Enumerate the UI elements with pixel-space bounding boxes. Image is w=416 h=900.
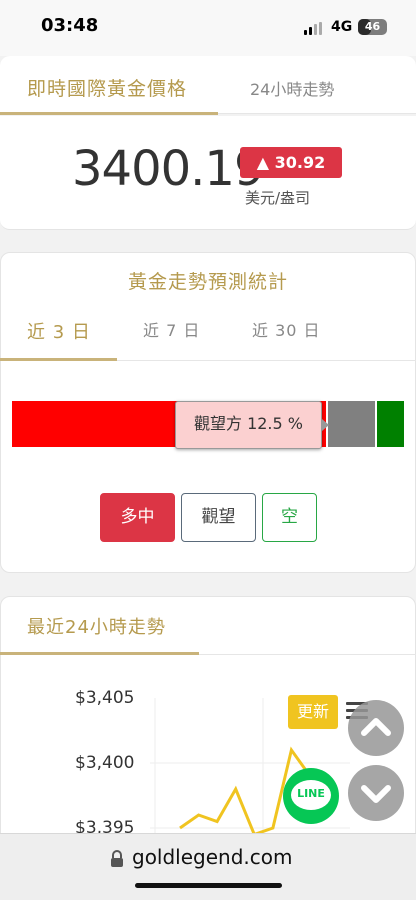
- long-button[interactable]: 多中: [100, 493, 175, 542]
- tab-live-price[interactable]: 即時國際黃金價格: [27, 74, 187, 101]
- bar-segment-short[interactable]: [374, 401, 404, 447]
- tab-30-days[interactable]: 近 30 日: [252, 317, 321, 341]
- price-unit: 美元/盎司: [245, 189, 311, 207]
- watch-button[interactable]: 觀望: [181, 493, 256, 542]
- bar-segment-watch[interactable]: [325, 401, 375, 447]
- short-button[interactable]: 空: [262, 493, 317, 542]
- tab-3-days[interactable]: 近 3 日: [27, 318, 91, 344]
- y-tick-label: $3,400: [75, 753, 135, 773]
- gold-price: 3400.19: [72, 141, 264, 197]
- tab-24h-trend[interactable]: 24小時走勢: [250, 76, 334, 100]
- tab-active-indicator: [0, 358, 117, 361]
- line-chat-button[interactable]: LINE: [283, 768, 339, 824]
- line-label: LINE: [297, 787, 325, 800]
- network-label: 4G: [331, 19, 353, 35]
- chevron-up-icon: [361, 718, 391, 736]
- tooltip-arrow: [322, 419, 329, 431]
- home-indicator: [135, 883, 282, 888]
- tab-7-days[interactable]: 近 7 日: [143, 317, 200, 341]
- bar-tooltip: 觀望方 12.5 %: [175, 401, 322, 449]
- trend-title-indicator: [0, 652, 199, 655]
- url-text[interactable]: goldlegend.com: [132, 845, 293, 869]
- y-tick-label: $3,405: [75, 688, 135, 708]
- battery-icon: 46: [358, 19, 387, 35]
- scroll-down-button[interactable]: [348, 765, 404, 821]
- tab-active-indicator: [0, 112, 218, 115]
- forecast-title: 黃金走勢預測統計: [127, 271, 288, 293]
- update-button[interactable]: 更新: [288, 695, 338, 729]
- status-time: 03:48: [41, 15, 99, 36]
- chevron-down-icon: [361, 785, 391, 803]
- price-change-badge: ▲ 30.92: [240, 147, 342, 178]
- battery-percent: 46: [364, 20, 381, 33]
- lock-icon: [111, 850, 123, 867]
- trend-title: 最近24小時走勢: [27, 617, 166, 638]
- scroll-up-button[interactable]: [348, 700, 404, 756]
- signal-icon: [304, 22, 324, 35]
